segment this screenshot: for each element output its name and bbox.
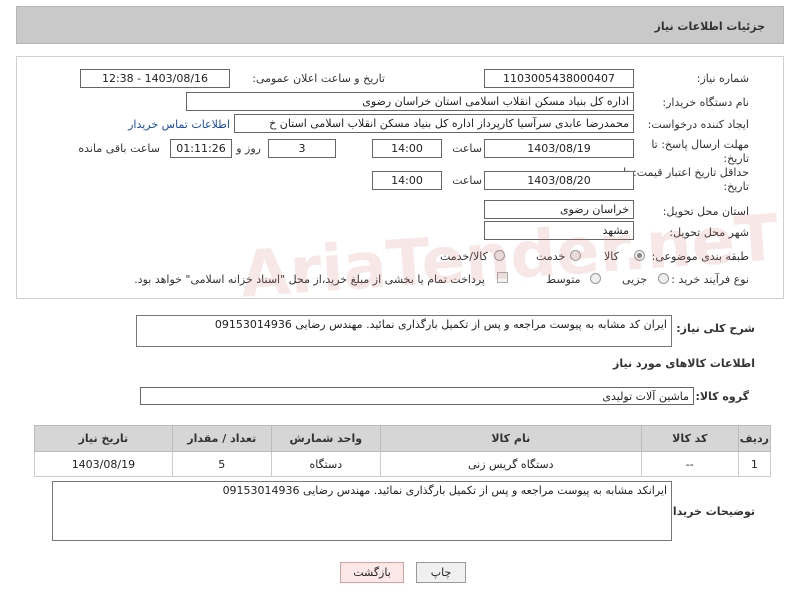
goods-group-label: گروه کالا: — [695, 390, 749, 403]
back-button[interactable]: بازگشت — [340, 562, 404, 583]
cell-goods-name: دستگاه گریس زنی — [379, 451, 642, 477]
process-medium-label: متوسط — [546, 273, 581, 286]
validity-time-label: ساعت — [452, 174, 482, 187]
goods-table-header: ردیف کد کالا نام کالا واحد شمارش تعداد /… — [34, 425, 772, 452]
validity-time-field: 14:00 — [372, 171, 442, 190]
category-radio-goods[interactable] — [634, 250, 645, 261]
cell-goods-code: -- — [640, 451, 739, 477]
description-text: ایران کد مشابه به پیوست مراجعه و پس از ت… — [214, 318, 667, 331]
announce-label: تاریخ و ساعت اعلان عمومی: — [252, 72, 385, 85]
category-radio-service[interactable] — [570, 250, 581, 261]
treasury-payment-checkbox[interactable] — [497, 272, 508, 283]
category-goods-label: کالا — [604, 250, 619, 263]
buyer-org-label: نام دستگاه خریدار: — [662, 96, 749, 109]
cell-need-date: 1403/08/19 — [34, 451, 173, 477]
col-unit: واحد شمارش — [270, 425, 381, 452]
province-field: خراسان رضوی — [484, 200, 634, 219]
category-both-label: کالا/خدمت — [440, 250, 488, 263]
goods-group-field: ماشین آلات تولیدی — [140, 387, 694, 405]
cell-row-number: 1 — [737, 451, 772, 477]
buyer-org-field: اداره کل بنیاد مسکن انقلاب اسلامی استان … — [186, 92, 634, 111]
buyer-notes-label: توضیحات خریدار: — [662, 505, 755, 518]
cell-quantity: 5 — [171, 451, 272, 477]
category-radio-both[interactable] — [494, 250, 505, 261]
deadline-time-field: 14:00 — [372, 139, 442, 158]
page-header: جزئیات اطلاعات نیاز — [16, 6, 784, 44]
city-label: شهر محل تحویل: — [669, 226, 749, 239]
deadline-date-field: 1403/08/19 — [484, 139, 634, 158]
process-label: نوع فرآیند خرید : — [671, 273, 749, 286]
buyer-contact-link[interactable]: اطلاعات تماس خریدار — [128, 118, 230, 131]
page-title: جزئیات اطلاعات نیاز — [654, 20, 766, 33]
creator-label: ایجاد کننده درخواست: — [647, 118, 749, 131]
buyer-notes-text: ایرانکد مشابه به پیوست مراجعه و پس از تک… — [222, 484, 667, 497]
province-label: استان محل تحویل: — [662, 205, 749, 218]
table-row: 1 -- دستگاه گریس زنی دستگاه 5 1403/08/19 — [34, 451, 772, 477]
creator-field: محمدرضا عابدی سرآسیا کارپرداز اداره کل ب… — [234, 114, 634, 133]
category-label: طبقه بندی موضوعی: — [651, 250, 749, 263]
validity-date-field: 1403/08/20 — [484, 171, 634, 190]
category-service-label: خدمت — [536, 250, 566, 263]
city-field: مشهد — [484, 221, 634, 240]
description-field: ایران کد مشابه به پیوست مراجعه و پس از ت… — [136, 315, 672, 347]
col-goods-name: نام کالا — [379, 425, 642, 452]
need-number-label: شماره نیاز: — [696, 72, 749, 85]
days-label: روز و — [236, 142, 261, 155]
col-row-number: ردیف — [737, 425, 772, 452]
treasury-payment-text: پرداخت تمام یا بخشی از مبلغ خرید،از محل … — [134, 273, 485, 286]
goods-section-title: اطلاعات کالاهای مورد نیاز — [613, 357, 755, 370]
process-minor-label: جزیی — [622, 273, 648, 286]
col-need-date: تاریخ نیاز — [34, 425, 173, 452]
process-radio-medium[interactable] — [590, 273, 601, 284]
need-number-field: 1103005438000407 — [484, 69, 634, 88]
goods-table: ردیف کد کالا نام کالا واحد شمارش تعداد /… — [34, 425, 772, 477]
deadline-time-label: ساعت — [452, 142, 482, 155]
process-radio-minor[interactable] — [658, 273, 669, 284]
remaining-label: ساعت باقی مانده — [78, 142, 160, 155]
col-quantity: تعداد / مقدار — [171, 425, 272, 452]
col-goods-code: کد کالا — [640, 425, 739, 452]
announce-field: 1403/08/16 - 12:38 — [80, 69, 230, 88]
print-button[interactable]: چاپ — [416, 562, 466, 583]
description-label: شرح کلی نیاز: — [676, 322, 755, 335]
days-field: 3 — [268, 139, 336, 158]
remaining-time-field: 01:11:26 — [170, 139, 232, 158]
deadline-label: مهلت ارسال پاسخ: تا تاریخ: — [651, 138, 749, 165]
cell-unit: دستگاه — [270, 451, 381, 477]
buyer-notes-field: ایرانکد مشابه به پیوست مراجعه و پس از تک… — [52, 481, 672, 541]
